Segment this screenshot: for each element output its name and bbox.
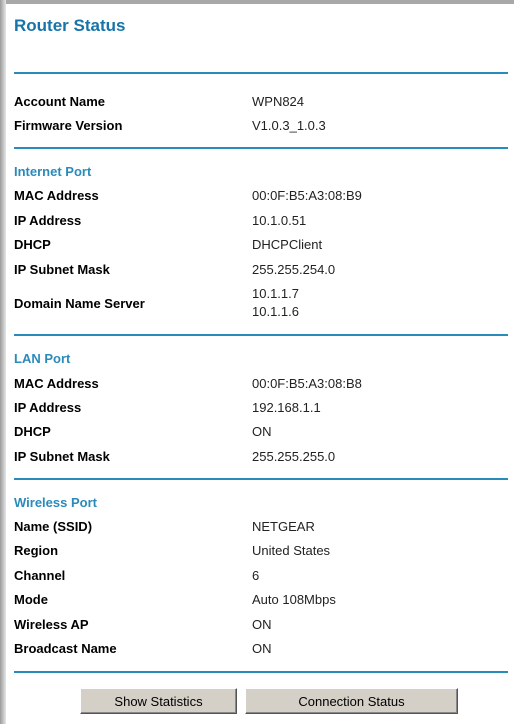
internet-mac-label: MAC Address [14, 188, 99, 203]
internet-dns-label: Domain Name Server [14, 296, 145, 311]
wireless-channel-value: 6 [252, 568, 260, 583]
firmware-version-label: Firmware Version [14, 118, 123, 133]
account-name-label: Account Name [14, 94, 106, 109]
connection-status-button[interactable]: Connection Status [245, 688, 458, 714]
wireless-ap-value: ON [252, 617, 272, 632]
divider [14, 334, 508, 336]
lan-dhcp-value: ON [252, 424, 272, 439]
lan-ip-label: IP Address [14, 400, 82, 415]
wireless-region-value: United States [252, 543, 331, 558]
wireless-channel-label: Channel [14, 568, 66, 583]
lan-dhcp-label: DHCP [14, 424, 51, 439]
internet-subnet-value: 255.255.254.0 [252, 262, 336, 277]
wireless-mode-value: Auto 108Mbps [252, 592, 336, 607]
internet-mac-value: 00:0F:B5:A3:08:B9 [252, 188, 362, 203]
page-title: Router Status [14, 16, 126, 35]
divider [14, 671, 508, 673]
internet-dns-secondary: 10.1.1.6 [252, 304, 299, 319]
wireless-ssid-label: Name (SSID) [14, 519, 93, 534]
divider [14, 478, 508, 480]
window-left-border [0, 0, 6, 724]
lan-port-heading: LAN Port [14, 351, 71, 366]
wireless-mode-label: Mode [14, 592, 48, 607]
internet-ip-label: IP Address [14, 213, 82, 228]
divider [14, 72, 508, 74]
wireless-region-label: Region [14, 543, 59, 558]
internet-dns-primary: 10.1.1.7 [252, 286, 299, 301]
divider [14, 147, 508, 149]
account-name-value: WPN824 [252, 94, 305, 109]
internet-dhcp-value: DHCPClient [252, 237, 323, 252]
internet-port-heading: Internet Port [14, 164, 92, 179]
wireless-ap-label: Wireless AP [14, 617, 89, 632]
router-status-panel: Router Status Account Name WPN824 Firmwa… [14, 4, 508, 724]
internet-ip-value: 10.1.0.51 [252, 213, 307, 228]
wireless-port-heading: Wireless Port [14, 495, 97, 510]
lan-mac-value: 00:0F:B5:A3:08:B8 [252, 376, 362, 391]
internet-subnet-label: IP Subnet Mask [14, 262, 110, 277]
lan-subnet-value: 255.255.255.0 [252, 449, 336, 464]
show-statistics-button[interactable]: Show Statistics [80, 688, 237, 714]
broadcast-name-value: ON [252, 641, 272, 656]
internet-dhcp-label: DHCP [14, 237, 51, 252]
lan-subnet-label: IP Subnet Mask [14, 449, 110, 464]
wireless-ssid-value: NETGEAR [252, 519, 315, 534]
lan-ip-value: 192.168.1.1 [252, 400, 321, 415]
broadcast-name-label: Broadcast Name [14, 641, 117, 656]
firmware-version-value: V1.0.3_1.0.3 [252, 118, 326, 133]
lan-mac-label: MAC Address [14, 376, 99, 391]
